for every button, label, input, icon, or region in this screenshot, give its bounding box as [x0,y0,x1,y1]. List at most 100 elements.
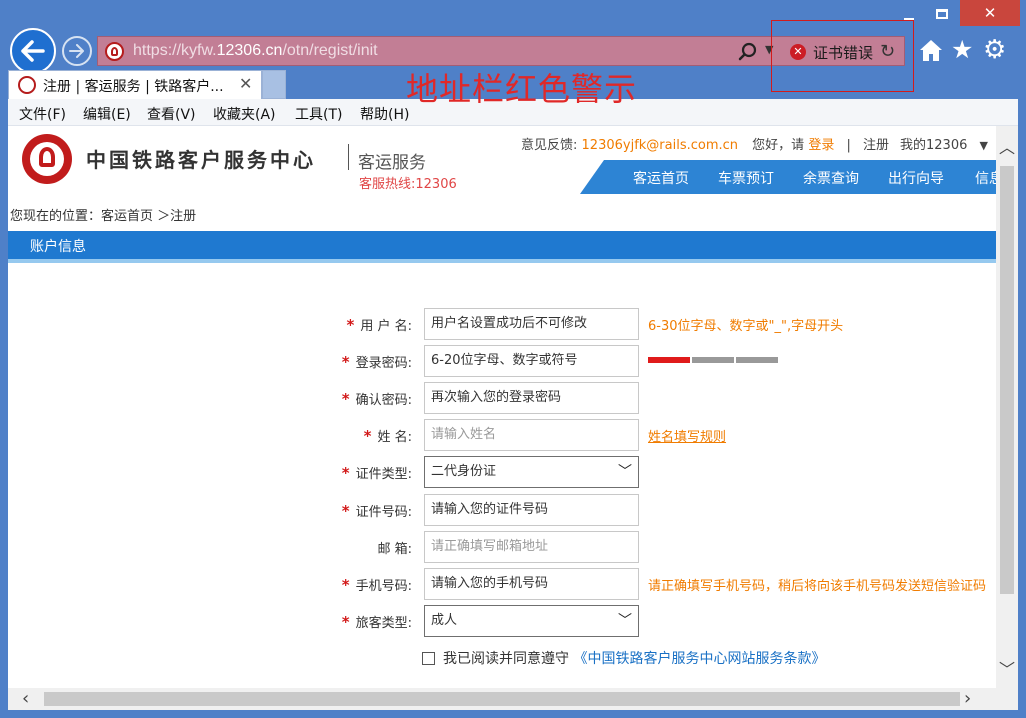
chevron-down-icon[interactable]: ﹀ [999,656,1015,680]
maximize-button[interactable] [928,0,956,26]
field-label: * 手机号码: [341,576,412,594]
strength-segment [692,357,734,363]
field-label: * 证件类型: [341,464,412,482]
field-label: * 姓 名: [363,427,412,445]
nav-booking[interactable]: 车票预订 [718,168,774,188]
nav-info[interactable]: 信息 [975,168,996,188]
menu-tools[interactable]: 工具(T) [295,104,342,124]
menu-file[interactable]: 文件(F) [19,104,66,124]
username-input[interactable]: 用户名设置成功后不可修改 [424,308,639,340]
phone-hint: 请正确填写手机号码，稍后将向该手机号码发送短信验证码 [648,579,987,594]
feedback-email[interactable]: 12306yjfk@rails.com.cn [582,138,739,153]
section-title: 账户信息 [30,239,86,255]
caret-down-icon: ▼ [979,139,988,152]
logo-divider [348,144,349,170]
close-window-button[interactable]: ✕ [960,0,1020,26]
id-number-input[interactable]: 请输入您的证件号码 [424,494,639,526]
menu-edit[interactable]: 编辑(E) [83,104,131,124]
form-row-passenger-type: * 旅客类型: 成人 ﹀ [8,605,996,637]
hotline: 客服热线:12306 [359,177,457,192]
feedback-label: 意见反馈: [521,138,578,153]
passenger-type-select[interactable]: 成人 ﹀ [424,605,639,637]
arrow-left-icon [21,40,45,62]
form-row-phone: * 手机号码: 请输入您的手机号码 请正确填写手机号码，稍后将向该手机号码发送短信… [8,568,996,600]
annotation-highlight-box [771,20,914,92]
section-header: 账户信息 [8,231,996,263]
menu-view[interactable]: 查看(V) [147,104,196,124]
greeting: 您好，请 [752,138,805,153]
address-url[interactable]: https://kyfw.12306.cn/otn/regist/init [133,42,378,60]
forward-button[interactable] [62,36,92,66]
back-button[interactable] [10,28,56,74]
scroll-corner [996,688,1018,710]
nav-home[interactable]: 客运首页 [633,168,689,188]
chevron-left-icon[interactable]: ‹ [22,688,29,709]
terms-agreement: 我已阅读并同意遵守 《中国铁路客户服务中心网站服务条款》 [422,648,825,668]
vertical-scrollbar[interactable]: ︿ ﹀ [996,126,1018,688]
site-logo-icon [105,42,124,61]
agree-label: 我已阅读并同意遵守 [443,651,569,667]
annotation-label: 地址栏红色警示 [406,70,638,108]
email-input[interactable]: 请正确填写邮箱地址 [424,531,639,563]
window-frame [0,710,1026,718]
field-label: * 用 户 名: [346,316,412,334]
agree-checkbox[interactable] [422,652,435,665]
phone-input[interactable]: 请输入您的手机号码 [424,568,639,600]
site-header: 中国铁路客户服务中心 客运服务 客服热线:12306 意见反馈: 12306yj… [8,126,996,196]
password-strength-meter [648,357,778,363]
chevron-right-icon[interactable]: › [964,688,971,709]
form-row-username: * 用 户 名: 用户名设置成功后不可修改 6-30位字母、数字或"_",字母开头 [8,308,996,340]
form-row-name: * 姓 名: 请输入姓名 姓名填写规则 [8,419,996,451]
maximize-icon [936,8,948,19]
top-links: 意见反馈: 12306yjfk@rails.com.cn 您好，请 登录 | 注… [521,138,890,153]
scroll-thumb[interactable] [44,692,960,706]
field-label: 邮 箱: [377,542,412,557]
confirm-password-input[interactable]: 再次输入您的登录密码 [424,382,639,414]
home-icon[interactable] [918,38,944,64]
form-row-password: * 登录密码: 6-20位字母、数字或符号 [8,345,996,377]
horizontal-scrollbar[interactable]: ‹ › [8,688,996,710]
terms-link[interactable]: 《中国铁路客户服务中心网站服务条款》 [573,651,825,667]
breadcrumb: 您现在的位置：客运首页 ＞注册 [10,209,197,224]
menu-favorites[interactable]: 收藏夹(A) [213,104,276,124]
form-row-email: 邮 箱: 请正确填写邮箱地址 [8,531,996,563]
form-row-id-number: * 证件号码: 请输入您的证件号码 [8,494,996,526]
chevron-up-icon[interactable]: ︿ [999,134,1015,158]
search-icon[interactable] [738,41,760,63]
arrow-right-icon [69,44,84,58]
site-name: 中国铁路客户服务中心 [86,148,316,172]
nav-travel-guide[interactable]: 出行向导 [888,168,944,188]
gear-icon[interactable]: ⚙ [983,37,1009,64]
my-account-menu[interactable]: 我的12306 ▼ [900,134,988,153]
name-rules-link[interactable]: 姓名填写规则 [648,426,726,445]
strength-segment [648,357,690,363]
id-type-select[interactable]: 二代身份证 ﹀ [424,456,639,488]
chevron-down-icon: ﹀ [618,613,632,629]
railway-logo-icon[interactable] [22,134,72,184]
close-icon: ✕ [983,4,997,22]
nav-ticket-query[interactable]: 余票查询 [803,168,859,188]
field-label: * 旅客类型: [341,613,412,631]
name-input[interactable]: 请输入姓名 [424,419,639,451]
tab-title: 注册 | 客运服务 | 铁路客户... [43,79,224,95]
field-label: * 证件号码: [341,502,412,520]
username-hint: 6-30位字母、数字或"_",字母开头 [648,319,844,334]
field-label: * 登录密码: [341,353,412,371]
favorites-star-icon[interactable]: ★ [951,37,977,64]
new-tab-button[interactable] [262,70,286,99]
tab-register[interactable]: 注册 | 客运服务 | 铁路客户... ✕ [8,70,262,99]
register-link[interactable]: 注册 [863,138,889,153]
chevron-down-icon: ﹀ [618,464,632,480]
page-viewport: 中国铁路客户服务中心 客运服务 客服热线:12306 意见反馈: 12306yj… [8,126,996,688]
menu-help[interactable]: 帮助(H) [360,104,409,124]
tab-close-icon[interactable]: ✕ [239,74,252,93]
form-row-confirm-password: * 确认密码: 再次输入您的登录密码 [8,382,996,414]
site-subtitle: 客运服务 [358,153,426,173]
field-label: * 确认密码: [341,390,412,408]
scroll-thumb[interactable] [1000,166,1014,594]
form-row-id-type: * 证件类型: 二代身份证 ﹀ [8,456,996,488]
password-input[interactable]: 6-20位字母、数字或符号 [424,345,639,377]
strength-segment [736,357,778,363]
login-link[interactable]: 登录 [808,138,834,153]
site-logo-icon [18,76,36,94]
